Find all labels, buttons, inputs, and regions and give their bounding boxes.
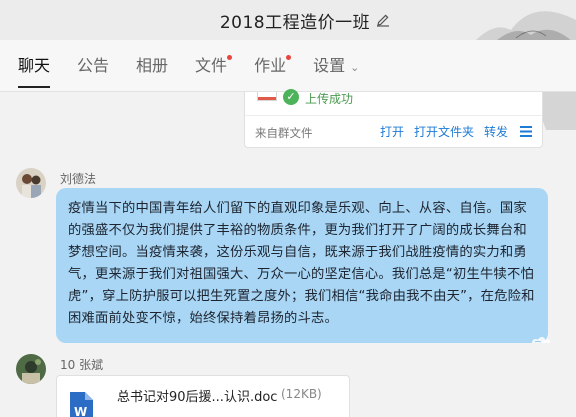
tab-album[interactable]: 相册 xyxy=(136,40,168,92)
notification-dot xyxy=(286,54,292,60)
file-actions: 打开 打开文件夹 转发 xyxy=(370,123,532,140)
word-document-icon: W xyxy=(70,392,93,417)
cloud-decoration-icon xyxy=(532,337,551,343)
file-name: 总书记对90后援...认识.doc xyxy=(117,390,278,405)
tab-bar: 聊天 公告 相册 文件 作业 设置 ⌄ xyxy=(0,40,576,92)
sender-name: 刘德法 xyxy=(60,172,97,186)
tab-chat[interactable]: 聊天 xyxy=(18,40,51,92)
notification-dot xyxy=(227,54,233,60)
tab-homework[interactable]: 作业 xyxy=(254,40,292,92)
forward-link[interactable]: 转发 xyxy=(484,123,508,140)
chevron-down-icon: ⌄ xyxy=(350,60,360,74)
menu-icon[interactable] xyxy=(520,126,532,137)
message-bubble[interactable]: 疫情当下的中国青年给人们留下的直观印象是乐观、向上、从容、自信。国家的强盛不仅为… xyxy=(56,188,551,343)
open-link[interactable]: 打开 xyxy=(380,123,404,140)
message-text: 疫情当下的中国青年给人们留下的直观印象是乐观、向上、从容、自信。国家的强盛不仅为… xyxy=(68,201,535,326)
group-title: 2018工程造价一班 xyxy=(219,12,371,33)
open-folder-link[interactable]: 打开文件夹 xyxy=(414,123,474,140)
avatar[interactable] xyxy=(16,354,46,384)
user-avatar-icon xyxy=(16,354,46,384)
file-source: 来自群文件 xyxy=(255,126,313,140)
avatar[interactable] xyxy=(16,168,46,198)
file-message-card[interactable]: W 总书记对90后援...认识.doc (12KB) xyxy=(56,375,350,417)
file-icon xyxy=(257,92,277,101)
user-avatar-icon xyxy=(16,168,46,198)
tab-announcements[interactable]: 公告 xyxy=(77,40,109,92)
check-icon: ✓ xyxy=(283,89,299,105)
sender-name: 10 张斌 xyxy=(60,358,104,372)
divider xyxy=(245,115,542,116)
tab-settings[interactable]: 设置 ⌄ xyxy=(313,40,359,92)
file-message-card[interactable]: ✓ 上传成功 来自群文件 打开 打开文件夹 转发 xyxy=(244,89,543,148)
upload-status: 上传成功 xyxy=(305,92,354,106)
tab-files[interactable]: 文件 xyxy=(195,40,233,92)
file-size: (12KB) xyxy=(281,387,322,401)
edit-icon[interactable] xyxy=(376,13,390,27)
svg-text:W: W xyxy=(74,405,87,417)
